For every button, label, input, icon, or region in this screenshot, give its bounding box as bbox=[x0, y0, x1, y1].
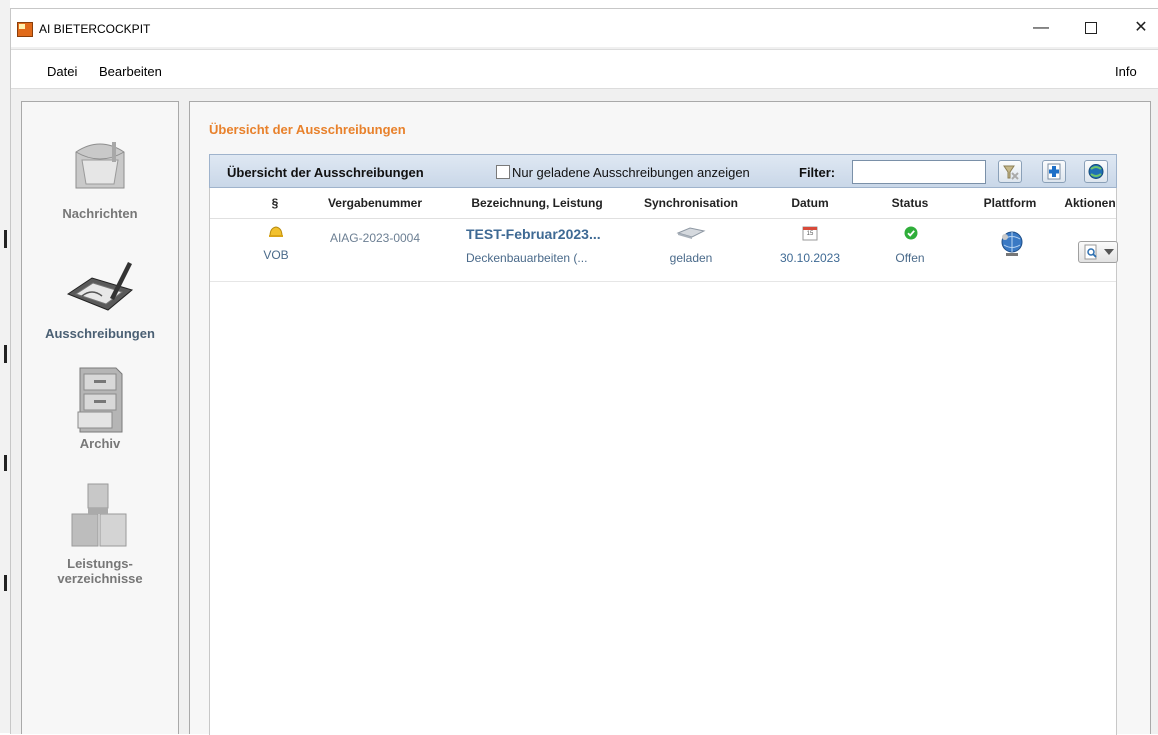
clear-filter-button[interactable] bbox=[998, 160, 1022, 183]
maximize-icon bbox=[1085, 21, 1097, 34]
sidebar-item-label: Nachrichten bbox=[62, 206, 138, 221]
col-synchronisation[interactable]: Synchronisation bbox=[626, 196, 756, 210]
menu-bar: Datei Bearbeiten Info bbox=[11, 49, 1158, 89]
refresh-button[interactable] bbox=[1084, 160, 1108, 183]
sidebar-item-nachrichten[interactable]: Nachrichten bbox=[22, 130, 178, 221]
sidebar-item-archiv[interactable]: Archiv bbox=[22, 360, 178, 451]
filter-input[interactable] bbox=[852, 160, 986, 184]
table-header: § Vergabenummer Bezeichnung, Leistung Sy… bbox=[210, 188, 1116, 219]
menu-bearbeiten[interactable]: Bearbeiten bbox=[99, 64, 162, 79]
col-status[interactable]: Status bbox=[870, 196, 950, 210]
mailbox-icon bbox=[75, 142, 125, 189]
plus-icon bbox=[1047, 163, 1061, 180]
app-window: AI BIETERCOCKPIT — ✕ Datei Bearbeiten In… bbox=[10, 8, 1158, 735]
main-panel: Übersicht der Ausschreibungen Übersicht … bbox=[189, 101, 1151, 735]
sidebar-item-label: Archiv bbox=[79, 436, 121, 451]
sync-status: geladen bbox=[669, 251, 713, 265]
filter-label: Filter: bbox=[799, 165, 836, 180]
table-row[interactable]: VOB AIAG-2023-0004 TEST-Februar2023... D… bbox=[210, 219, 1118, 282]
platform-globe-icon[interactable] bbox=[997, 229, 1027, 259]
maximize-button[interactable] bbox=[1069, 13, 1113, 43]
sidebar-item-label: Leistungs- bbox=[67, 556, 133, 571]
actions-button[interactable] bbox=[1078, 241, 1118, 263]
tender-title-link[interactable]: TEST-Februar2023... bbox=[466, 226, 626, 242]
only-loaded-checkbox[interactable] bbox=[496, 165, 510, 179]
app-logo-icon bbox=[17, 22, 33, 37]
tablet-pen-icon bbox=[66, 262, 134, 311]
col-paragraph[interactable]: § bbox=[260, 196, 290, 210]
sidebar-item-label: Ausschreibungen bbox=[45, 326, 155, 341]
menu-info[interactable]: Info bbox=[1115, 64, 1137, 79]
datum-value: 30.10.2023 bbox=[779, 251, 841, 265]
file-cabinet-icon bbox=[77, 367, 123, 433]
col-plattform[interactable]: Plattform bbox=[965, 196, 1055, 210]
window-title: AI BIETERCOCKPIT bbox=[39, 22, 151, 36]
sidebar: Nachrichten Ausschreibungen Archiv Leist… bbox=[21, 101, 179, 734]
col-bezeichnung[interactable]: Bezeichnung, Leistung bbox=[462, 196, 612, 210]
status-value: Offen bbox=[895, 251, 925, 265]
menu-datei[interactable]: Datei bbox=[47, 64, 77, 79]
page-title: Übersicht der Ausschreibungen bbox=[209, 122, 406, 137]
status-ok-icon bbox=[904, 226, 918, 240]
vergabenummer: AIAG-2023-0004 bbox=[329, 231, 421, 245]
refresh-globe-icon bbox=[1088, 164, 1104, 179]
minimize-button[interactable]: — bbox=[1019, 13, 1063, 43]
col-datum[interactable]: Datum bbox=[765, 196, 855, 210]
chevron-down-icon bbox=[1104, 249, 1114, 255]
col-aktionen[interactable]: Aktionen bbox=[1060, 196, 1120, 210]
magnifier-icon bbox=[1084, 244, 1097, 260]
toolbar: Übersicht der Ausschreibungen Nur gelade… bbox=[209, 154, 1117, 188]
helmet-icon bbox=[269, 226, 283, 237]
only-loaded-checkbox-label[interactable]: Nur geladene Ausschreibungen anzeigen bbox=[512, 165, 750, 180]
clear-filter-icon bbox=[1003, 165, 1019, 180]
desktop-edge bbox=[0, 0, 10, 733]
boxes-icon bbox=[71, 483, 127, 547]
close-button[interactable]: ✕ bbox=[1119, 13, 1158, 43]
sidebar-item-label-line2: verzeichnisse bbox=[57, 571, 143, 586]
tender-leistung: Deckenbauarbeiten (... bbox=[466, 251, 588, 265]
sidebar-item-ausschreibungen[interactable]: Ausschreibungen bbox=[22, 250, 178, 341]
sidebar-item-leistungsverzeichnisse[interactable]: Leistungs- verzeichnisse bbox=[22, 480, 178, 586]
tenders-table: § Vergabenummer Bezeichnung, Leistung Sy… bbox=[209, 188, 1118, 735]
toolbar-title: Übersicht der Ausschreibungen bbox=[227, 165, 424, 180]
calendar-day: 15 bbox=[806, 231, 814, 237]
title-bar: AI BIETERCOCKPIT — ✕ bbox=[11, 9, 1158, 47]
add-tender-button[interactable] bbox=[1042, 160, 1066, 183]
col-vergabenummer[interactable]: Vergabenummer bbox=[315, 196, 435, 210]
vob-label: VOB bbox=[263, 248, 289, 262]
disk-icon bbox=[676, 227, 706, 239]
